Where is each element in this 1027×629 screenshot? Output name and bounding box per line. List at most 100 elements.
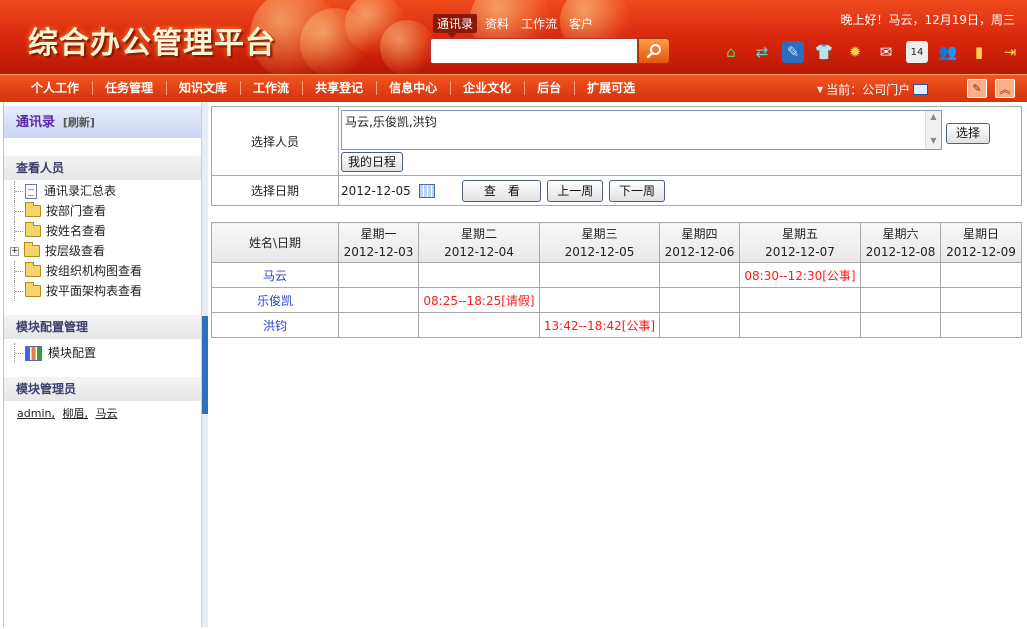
users-icon[interactable]: 👥 (937, 41, 959, 63)
schedule-cell[interactable] (539, 287, 660, 313)
my-schedule-button[interactable]: 我的日程 (341, 152, 404, 172)
date-field[interactable]: 2012-12-05 (341, 184, 411, 198)
tree-item-label: 按姓名查看 (46, 224, 107, 238)
refresh-link[interactable]: [刷新] (63, 116, 95, 129)
schedule-cell[interactable] (338, 287, 419, 313)
tree-branch (14, 261, 24, 281)
weekday-label: 星期日 (962, 226, 999, 241)
section-module-admins: 模块管理员 (4, 377, 201, 401)
schedule-cell[interactable]: 13:42--18:42[公事] (539, 312, 660, 338)
view-button[interactable]: 查 看 (462, 179, 542, 202)
current-location: ▼ 当前：公司门户 (817, 81, 929, 98)
schedule-cell[interactable] (418, 312, 540, 338)
schedule-cell[interactable] (860, 287, 941, 313)
search-button[interactable] (638, 38, 670, 64)
search-tab-contacts[interactable]: 通讯录 (433, 14, 478, 38)
calendar-icon[interactable]: 14 (906, 41, 928, 63)
exchange-icon[interactable]: ⇄ (751, 41, 773, 63)
nav-personal-work[interactable]: 个人工作 (18, 75, 92, 101)
logout-icon[interactable]: ⇥ (999, 41, 1021, 63)
schedule-cell[interactable] (860, 312, 941, 338)
schedule-cell[interactable]: 08:30--12:30[公事] (739, 262, 861, 288)
chart-icon (25, 345, 42, 361)
tree-item-by-flat-structure[interactable]: 按平面架构表查看 (4, 281, 201, 301)
day-header: 星期一 2012-12-03 (338, 222, 419, 263)
tree-item-by-department[interactable]: 按部门查看 (4, 201, 201, 221)
nav-backend[interactable]: 后台 (524, 75, 574, 101)
schedule-cell[interactable]: 08:25--18:25[请假] (418, 287, 540, 313)
calendar-picker-icon[interactable] (418, 184, 435, 198)
schedule-cell[interactable] (659, 287, 740, 313)
tree-item-module-config[interactable]: 模块配置 (4, 343, 201, 363)
tree-item-summary[interactable]: 通讯录汇总表 (4, 181, 201, 201)
search-tab-customers[interactable]: 客户 (565, 14, 597, 33)
search-tab-documents[interactable]: 资料 (481, 14, 513, 33)
schedule-cell[interactable] (659, 262, 740, 288)
nav-info-center[interactable]: 信息中心 (376, 75, 450, 101)
schedule-cell[interactable] (338, 312, 419, 338)
prev-week-button[interactable]: 上一周 (547, 179, 604, 202)
folder-icon (25, 262, 41, 277)
date-label: 2012-12-09 (946, 244, 1016, 259)
decor-bubble (380, 20, 435, 74)
tree-branch (14, 343, 24, 363)
home-icon[interactable]: ⌂ (720, 41, 742, 63)
scroll-down-icon[interactable]: ▼ (926, 135, 941, 147)
tree-item-by-name[interactable]: 按姓名查看 (4, 221, 201, 241)
schedule-cell[interactable] (940, 262, 1022, 288)
person-name[interactable]: 洪钧 (211, 312, 339, 338)
shirt-icon[interactable]: 👕 (813, 41, 835, 63)
tree-item-by-level[interactable]: + 按层级查看 (4, 241, 201, 261)
monitor-icon[interactable] (913, 84, 929, 95)
mail-icon[interactable]: ✉ (875, 41, 897, 63)
schedule-cell[interactable] (860, 262, 941, 288)
selected-people-field[interactable]: 马云,乐俊凯,洪钧 ▲ ▼ (341, 110, 942, 150)
admin-link[interactable]: 马云 (95, 407, 117, 420)
collapse-up-icon[interactable]: ︽ (995, 79, 1015, 98)
schedule-cell[interactable] (739, 287, 861, 313)
day-header: 星期二 2012-12-04 (418, 222, 540, 263)
tree-item-by-org-chart[interactable]: 按组织机构图查看 (4, 261, 201, 281)
sidebar-title: 通讯录 (16, 115, 56, 130)
nav-knowledge-base[interactable]: 知识文库 (166, 75, 240, 101)
date-label: 2012-12-08 (865, 244, 936, 259)
schedule-cell[interactable] (940, 287, 1022, 313)
schedule-cell[interactable] (940, 312, 1022, 338)
scrollbar[interactable]: ▲ ▼ (925, 111, 941, 149)
schedule-cell[interactable] (418, 262, 540, 288)
date-label: 2012-12-07 (765, 244, 835, 259)
gear-icon[interactable]: ✹ (844, 41, 866, 63)
person-name[interactable]: 乐俊凯 (211, 287, 339, 313)
person-name[interactable]: 马云 (211, 262, 339, 288)
search-input[interactable] (430, 38, 638, 64)
pencil-icon[interactable]: ✎ (967, 79, 987, 98)
day-header: 星期三 2012-12-05 (539, 222, 660, 263)
sidebar-splitter[interactable] (201, 102, 208, 627)
note-icon[interactable]: ▮ (968, 41, 990, 63)
schedule-cell[interactable] (539, 262, 660, 288)
section-view-people: 查看人员 (4, 156, 201, 180)
bullet-icon: ▼ (817, 85, 824, 94)
weekday-label: 星期四 (681, 226, 718, 241)
next-week-button[interactable]: 下一周 (609, 179, 666, 202)
scroll-up-icon[interactable]: ▲ (926, 111, 941, 123)
nav-workflow[interactable]: 工作流 (240, 75, 302, 101)
schedule-cell[interactable] (739, 312, 861, 338)
choose-button[interactable]: 选择 (946, 123, 991, 144)
toolbar-icons: ⌂ ⇄ ✎ 👕 ✹ ✉ 14 👥 ▮ ⇥ (720, 41, 1021, 63)
schedule-cell[interactable] (659, 312, 740, 338)
search-tab-workflow[interactable]: 工作流 (517, 14, 561, 33)
edit-icon[interactable]: ✎ (782, 41, 804, 63)
filter-form: 选择人员 马云,乐俊凯,洪钧 ▲ ▼ 选择 我的日程 选择日期 2012-12-… (211, 106, 1022, 206)
nav-task-management[interactable]: 任务管理 (92, 75, 166, 101)
nav-extensions[interactable]: 扩展可选 (574, 75, 648, 101)
expand-icon[interactable]: + (10, 246, 19, 256)
admin-link[interactable]: 柳眉, (62, 407, 88, 420)
select-person-label: 选择人员 (211, 106, 339, 176)
nav-corporate-culture[interactable]: 企业文化 (450, 75, 524, 101)
splitter-handle[interactable] (202, 316, 208, 414)
admin-link[interactable]: admin, (17, 407, 55, 420)
schedule-cell[interactable] (338, 262, 419, 288)
day-header: 星期日 2012-12-09 (940, 222, 1022, 263)
nav-shared-register[interactable]: 共享登记 (302, 75, 376, 101)
